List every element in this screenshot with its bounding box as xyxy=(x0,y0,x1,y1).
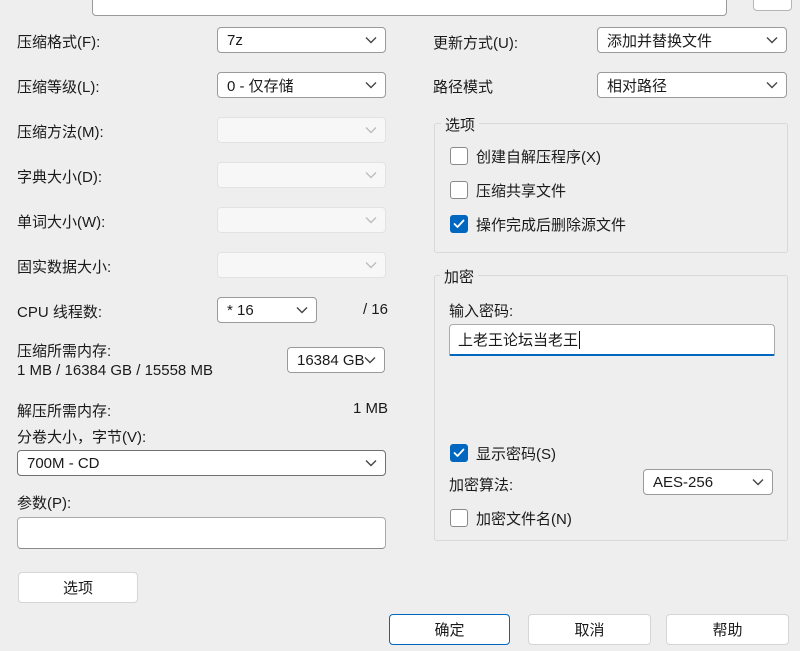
chevron-down-icon xyxy=(365,171,377,179)
chevron-down-icon xyxy=(365,216,377,224)
level-label: 压缩等级(L): xyxy=(17,76,100,97)
update-mode-label: 更新方式(U): xyxy=(433,32,518,53)
compress-memory-value: 16384 GB xyxy=(297,352,365,369)
password-input[interactable]: 上老王论坛当老王 xyxy=(449,324,775,356)
show-password-checkbox[interactable] xyxy=(450,444,468,462)
decompress-memory-value: 1 MB xyxy=(300,400,388,417)
sfx-checkbox-label[interactable]: 创建自解压程序(X) xyxy=(476,146,601,167)
browse-button[interactable] xyxy=(753,0,792,11)
encryption-method-select[interactable]: AES-256 xyxy=(643,469,773,495)
ok-button[interactable]: 确定 xyxy=(389,614,510,645)
volume-size-value: 700M - CD xyxy=(27,455,100,472)
show-password-checkbox-label[interactable]: 显示密码(S) xyxy=(476,443,556,464)
level-select[interactable]: 0 - 仅存储 xyxy=(217,72,386,98)
delete-after-checkbox-label[interactable]: 操作完成后删除源文件 xyxy=(476,214,626,235)
chevron-down-icon xyxy=(365,36,377,44)
path-mode-select[interactable]: 相对路径 xyxy=(597,72,787,98)
shared-files-checkbox[interactable] xyxy=(450,181,468,199)
method-label: 压缩方法(M): xyxy=(17,121,104,142)
method-select xyxy=(217,117,386,143)
solid-size-select xyxy=(217,252,386,278)
cancel-button[interactable]: 取消 xyxy=(528,614,651,645)
solid-size-label: 固实数据大小: xyxy=(17,256,111,277)
check-icon xyxy=(453,219,465,229)
compress-memory-select[interactable]: 16384 GB xyxy=(287,347,385,373)
dictionary-label: 字典大小(D): xyxy=(17,166,102,187)
compress-memory-label: 压缩所需内存: xyxy=(17,340,111,361)
archive-name-input[interactable] xyxy=(92,0,727,16)
shared-files-checkbox-label[interactable]: 压缩共享文件 xyxy=(476,180,566,201)
chevron-down-icon xyxy=(752,478,764,486)
decompress-memory-label: 解压所需内存: xyxy=(17,400,111,421)
word-size-select xyxy=(217,207,386,233)
check-icon xyxy=(453,448,465,458)
delete-after-checkbox[interactable] xyxy=(450,215,468,233)
volume-size-combo[interactable]: 700M - CD xyxy=(17,450,386,476)
sfx-checkbox[interactable] xyxy=(450,147,468,165)
parameters-input[interactable] xyxy=(17,517,386,549)
level-value: 0 - 仅存储 xyxy=(227,75,294,96)
options-group-title: 选项 xyxy=(441,114,479,135)
chevron-down-icon xyxy=(365,81,377,89)
options-button[interactable]: 选项 xyxy=(18,572,138,603)
update-mode-value: 添加并替换文件 xyxy=(607,30,712,51)
encryption-method-value: AES-256 xyxy=(653,474,713,491)
encryption-group-title: 加密 xyxy=(440,266,478,287)
chevron-down-icon xyxy=(766,81,778,89)
cpu-threads-label: CPU 线程数: xyxy=(17,301,102,322)
password-label: 输入密码: xyxy=(449,300,513,321)
path-mode-label: 路径模式 xyxy=(433,76,493,97)
path-mode-value: 相对路径 xyxy=(607,75,667,96)
encrypt-filenames-checkbox[interactable] xyxy=(450,509,468,527)
password-value: 上老王论坛当老王 xyxy=(458,329,578,350)
format-label: 压缩格式(F): xyxy=(17,31,100,52)
parameters-label: 参数(P): xyxy=(17,492,71,513)
chevron-down-icon xyxy=(365,126,377,134)
chevron-down-icon xyxy=(364,356,376,364)
volume-size-label: 分卷大小，字节(V): xyxy=(17,426,146,447)
chevron-down-icon xyxy=(365,261,377,269)
encrypt-filenames-checkbox-label[interactable]: 加密文件名(N) xyxy=(476,508,572,529)
chevron-down-icon xyxy=(365,459,377,467)
chevron-down-icon xyxy=(766,36,778,44)
text-cursor xyxy=(579,331,580,349)
cpu-threads-value: * 16 xyxy=(227,302,254,319)
dictionary-select xyxy=(217,162,386,188)
format-value: 7z xyxy=(227,32,243,49)
format-select[interactable]: 7z xyxy=(217,27,386,53)
update-mode-select[interactable]: 添加并替换文件 xyxy=(597,27,787,53)
word-size-label: 单词大小(W): xyxy=(17,211,105,232)
compress-memory-detail: 1 MB / 16384 GB / 15558 MB xyxy=(17,362,213,379)
help-button[interactable]: 帮助 xyxy=(666,614,789,645)
encryption-method-label: 加密算法: xyxy=(449,474,513,495)
cpu-threads-max: / 16 xyxy=(300,301,388,318)
